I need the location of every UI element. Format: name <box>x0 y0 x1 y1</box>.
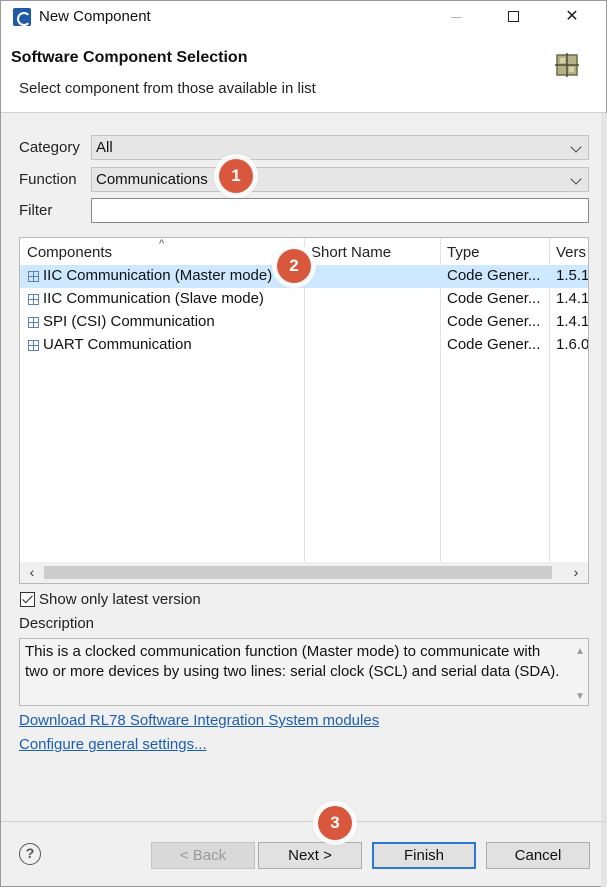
download-modules-link[interactable]: Download RL78 Software Integration Syste… <box>19 712 379 729</box>
category-label: Category <box>19 139 80 156</box>
maximize-button[interactable] <box>491 1 537 33</box>
component-icon <box>28 294 39 305</box>
chevron-down-icon <box>570 173 582 185</box>
component-icon <box>28 271 39 282</box>
cancel-button[interactable]: Cancel <box>486 842 590 869</box>
component-grid-icon <box>555 53 579 77</box>
title-bar: New Component ✕ <box>1 1 606 33</box>
column-header-short-name[interactable]: Short Name <box>311 244 391 261</box>
component-type: Code Gener... <box>447 313 541 330</box>
component-type: Code Gener... <box>447 290 541 307</box>
minimize-icon <box>451 17 462 18</box>
component-type: Code Gener... <box>447 336 541 353</box>
category-value: All <box>96 139 113 156</box>
component-version: 1.4.1 <box>556 313 588 330</box>
category-select[interactable]: All <box>91 135 589 160</box>
chevron-down-icon <box>570 141 582 153</box>
table-row[interactable]: IIC Communication (Slave mode) Code Gene… <box>20 288 588 311</box>
function-label: Function <box>19 171 77 188</box>
horizontal-scrollbar[interactable]: ‹ › <box>20 562 588 583</box>
component-name: IIC Communication (Slave mode) <box>43 290 264 307</box>
app-icon <box>13 8 31 26</box>
column-header-components[interactable]: Components <box>27 244 112 261</box>
component-name: UART Communication <box>43 336 192 353</box>
description-label: Description <box>19 615 95 632</box>
table-row[interactable]: SPI (CSI) Communication Code Gener... 1.… <box>20 311 588 334</box>
finish-button[interactable]: Finish <box>372 842 476 869</box>
back-button[interactable]: < Back <box>151 842 255 869</box>
column-header-version[interactable]: Vers <box>556 244 586 261</box>
component-name: SPI (CSI) Communication <box>43 313 215 330</box>
latest-version-checkbox[interactable] <box>20 592 35 607</box>
footer-divider <box>1 821 606 822</box>
next-button[interactable]: Next > <box>258 842 362 869</box>
window-edge <box>601 113 607 887</box>
component-name: IIC Communication (Master mode) <box>43 267 273 284</box>
scroll-down-icon[interactable]: ▼ <box>575 687 585 707</box>
window-title: New Component <box>39 8 151 25</box>
scroll-left-icon[interactable]: ‹ <box>22 563 42 582</box>
maximize-icon <box>508 11 519 22</box>
scroll-right-icon[interactable]: › <box>566 563 586 582</box>
close-button[interactable]: ✕ <box>549 1 595 33</box>
description-text-area[interactable]: This is a clocked communication function… <box>19 638 589 706</box>
component-version: 1.5.1 <box>556 267 588 284</box>
scroll-up-icon[interactable]: ▲ <box>575 642 585 662</box>
latest-version-label: Show only latest version <box>39 591 201 608</box>
configure-settings-link[interactable]: Configure general settings... <box>19 736 207 753</box>
header-title: Software Component Selection <box>11 49 248 66</box>
step-marker-3: 3 <box>318 806 352 840</box>
sort-ascending-icon: ^ <box>159 238 165 250</box>
scrollbar-thumb[interactable] <box>44 566 552 579</box>
filter-label: Filter <box>19 202 53 219</box>
step-marker-1: 1 <box>219 159 253 193</box>
help-icon[interactable]: ? <box>19 843 41 865</box>
table-row[interactable]: UART Communication Code Gener... 1.6.0 <box>20 334 588 357</box>
new-component-dialog: New Component ✕ Software Component Selec… <box>0 0 607 887</box>
header-subtitle: Select component from those available in… <box>19 80 316 97</box>
column-header-type[interactable]: Type <box>447 244 480 261</box>
components-table: ^ Components Short Name Type Vers IIC Co… <box>19 237 589 584</box>
component-version: 1.6.0 <box>556 336 588 353</box>
component-icon <box>28 317 39 328</box>
minimize-button[interactable] <box>433 1 479 33</box>
close-icon: ✕ <box>565 8 579 25</box>
function-value: Communications <box>96 171 208 188</box>
function-select[interactable]: Communications <box>91 167 589 192</box>
step-marker-2: 2 <box>277 249 311 283</box>
filter-input[interactable] <box>91 198 589 223</box>
component-version: 1.4.1 <box>556 290 588 307</box>
description-text: This is a clocked communication function… <box>25 643 560 680</box>
component-icon <box>28 340 39 351</box>
dialog-header: Software Component Selection Select comp… <box>1 33 606 113</box>
component-type: Code Gener... <box>447 267 541 284</box>
